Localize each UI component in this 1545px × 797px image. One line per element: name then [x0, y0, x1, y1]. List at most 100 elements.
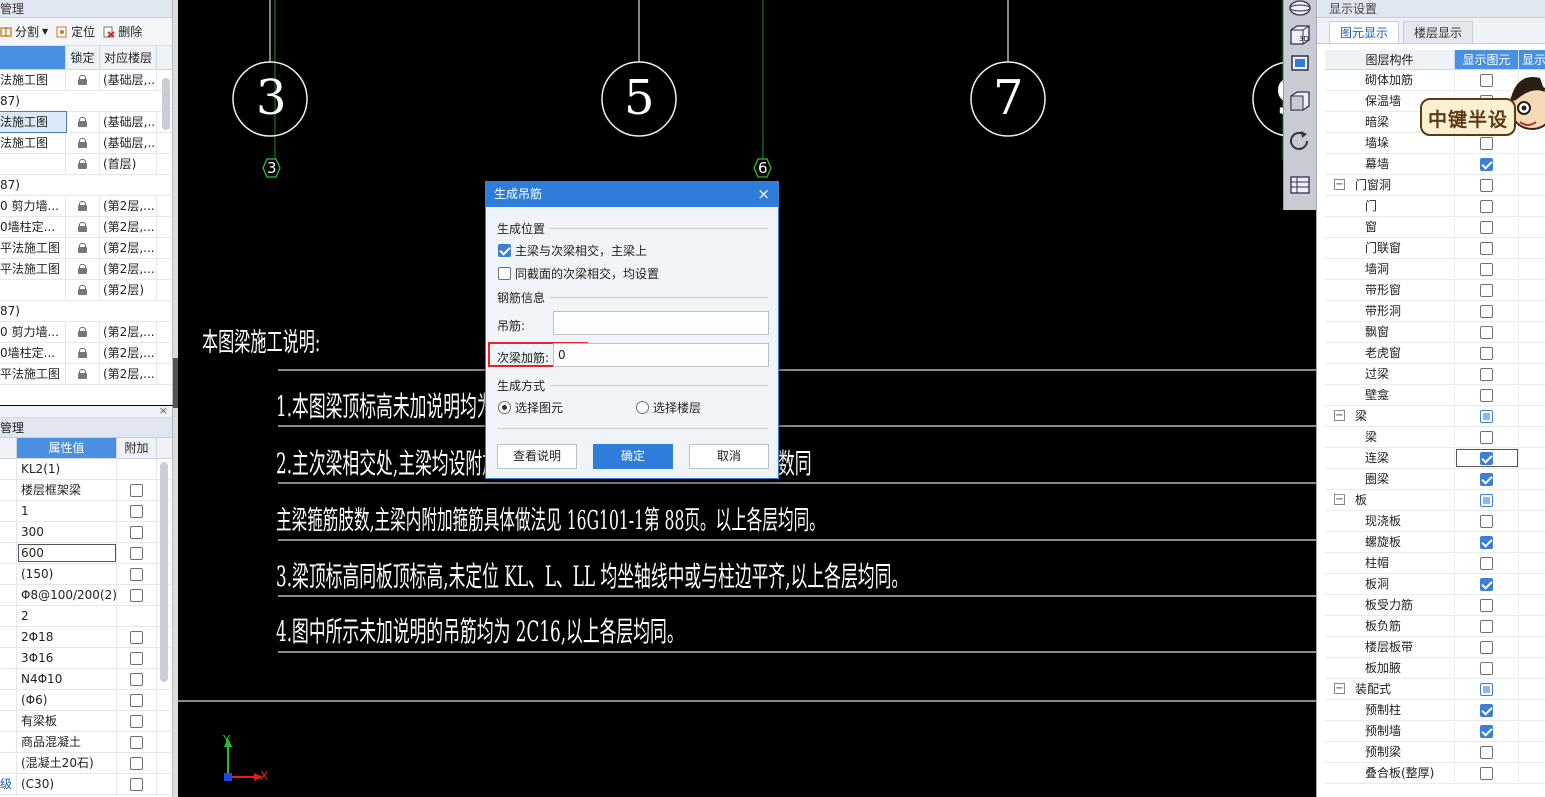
dialog-titlebar[interactable]: 生成吊筋 × [486, 182, 778, 207]
show-element-checkbox[interactable] [1480, 409, 1493, 423]
extra-checkbox[interactable] [130, 714, 143, 728]
lock-icon[interactable] [78, 348, 87, 358]
extra-checkbox[interactable] [130, 651, 143, 665]
checkbox-box[interactable] [498, 267, 511, 280]
layer-row[interactable]: 飘窗 [1325, 322, 1545, 343]
show-element-checkbox[interactable] [1480, 430, 1493, 444]
radio-button[interactable] [498, 401, 511, 414]
property-row[interactable]: 300 [0, 522, 172, 543]
tab-floor-display[interactable]: 楼层显示 [1403, 21, 1474, 43]
layer-row[interactable]: 现浇板 [1325, 511, 1545, 532]
property-table-scrollbar[interactable] [160, 462, 168, 682]
lock-icon[interactable] [78, 117, 87, 127]
split-dropdown-icon[interactable]: ▼ [42, 27, 48, 36]
drawing-row[interactable]: (首层) [0, 154, 172, 175]
layer-row[interactable]: 梁 [1325, 427, 1545, 448]
layer-row[interactable]: 螺旋板 [1325, 532, 1545, 553]
drawing-group-row[interactable]: 87) [0, 301, 172, 322]
property-row[interactable]: N4Φ10 [0, 669, 172, 690]
show-element-checkbox[interactable] [1480, 262, 1493, 276]
view-3d-button[interactable]: 3D [1288, 24, 1312, 46]
extra-checkbox[interactable] [130, 546, 143, 560]
layer-row[interactable]: 连梁 [1325, 448, 1545, 469]
show-element-checkbox[interactable] [1480, 199, 1493, 213]
lock-icon[interactable] [78, 285, 87, 295]
lock-icon[interactable] [78, 222, 87, 232]
extra-checkbox[interactable] [130, 588, 143, 602]
drawing-table-scrollbar[interactable] [162, 78, 170, 130]
property-value-cell[interactable]: (Φ6) [17, 690, 117, 710]
top-view-icon[interactable] [1288, 52, 1312, 74]
lock-icon[interactable] [78, 243, 87, 253]
lock-cell[interactable] [66, 175, 100, 195]
show-element-checkbox[interactable] [1480, 619, 1493, 633]
lock-icon[interactable] [78, 75, 87, 85]
close-icon[interactable]: × [757, 182, 770, 207]
property-value-cell[interactable]: 3Φ16 [17, 648, 117, 668]
drawing-row[interactable]: 平法施工图 (第2层,... [0, 238, 172, 259]
lock-icon[interactable] [78, 369, 87, 379]
layer-row[interactable]: 板受力筋 [1325, 595, 1545, 616]
select-element-radio[interactable]: 选择图元 [498, 399, 563, 416]
checkbox-box[interactable] [498, 244, 511, 257]
split-button[interactable]: 分割 ▼ [0, 23, 48, 40]
delete-button[interactable]: 删除 [103, 23, 142, 40]
layer-row[interactable]: 预制梁 [1325, 742, 1545, 763]
property-row[interactable]: 3Φ16 [0, 648, 172, 669]
property-row[interactable]: (150) [0, 564, 172, 585]
property-value-cell[interactable]: 2Φ18 [17, 627, 117, 647]
property-row[interactable]: 商品混凝土 [0, 732, 172, 753]
property-value-column-header[interactable]: 属性值 [17, 438, 117, 458]
layer-row[interactable]: 窗 [1325, 217, 1545, 238]
lock-cell[interactable] [66, 343, 100, 363]
extra-checkbox[interactable] [130, 672, 143, 686]
drawing-row[interactable]: 0墙柱定... (第2层,... [0, 217, 172, 238]
extra-checkbox[interactable] [130, 504, 143, 518]
drawing-group-row[interactable]: 87) [0, 91, 172, 112]
layer-row[interactable]: 壁龛 [1325, 385, 1545, 406]
lock-icon[interactable] [78, 201, 87, 211]
show-element-checkbox[interactable] [1480, 535, 1493, 549]
lock-cell[interactable] [66, 238, 100, 258]
drawing-row[interactable]: 法施工图 (基础层,... [0, 70, 172, 91]
show-element-checkbox[interactable] [1480, 514, 1493, 528]
extra-checkbox[interactable] [130, 630, 143, 644]
property-value-cell[interactable]: (150) [17, 564, 117, 584]
show-element-checkbox[interactable] [1480, 661, 1493, 675]
layer-group-row[interactable]: − 梁 [1325, 406, 1545, 427]
property-value-cell[interactable]: (混凝土20石) [17, 753, 117, 773]
show-element-checkbox[interactable] [1480, 178, 1493, 192]
drawing-row[interactable]: 0 剪力墙... (第2层,... [0, 196, 172, 217]
property-value-cell[interactable]: (C30) [17, 774, 117, 794]
show-element-checkbox[interactable] [1480, 766, 1493, 780]
show-element-checkbox[interactable] [1480, 472, 1493, 486]
lock-cell[interactable] [66, 259, 100, 279]
ok-button[interactable]: 确定 [593, 444, 673, 469]
hanger-input[interactable] [553, 311, 769, 335]
lock-cell[interactable] [66, 112, 100, 132]
layer-row[interactable]: 预制墙 [1325, 721, 1545, 742]
lock-icon[interactable] [78, 327, 87, 337]
orbit-icon[interactable] [1288, 0, 1312, 22]
lock-icon[interactable] [78, 264, 87, 274]
drawing-row[interactable]: 平法施工图 (第2层,... [0, 364, 172, 385]
lock-cell[interactable] [66, 91, 100, 111]
secondary-extra-input[interactable]: 0 [553, 343, 769, 367]
lock-cell[interactable] [66, 133, 100, 153]
property-row[interactable]: KL2(1) [0, 459, 172, 480]
drawing-row[interactable]: 法施工图 (基础层,... [0, 111, 172, 133]
lock-cell[interactable] [66, 70, 100, 90]
extra-checkbox[interactable] [130, 567, 143, 581]
same-section-checkbox[interactable]: 同截面的次梁相交，均设置 [498, 265, 659, 282]
layer-row[interactable]: 板洞 [1325, 574, 1545, 595]
select-floor-radio[interactable]: 选择楼层 [636, 399, 701, 416]
layer-group-row[interactable]: − 板 [1325, 490, 1545, 511]
radio-button[interactable] [636, 401, 649, 414]
layer-row[interactable]: 叠合板(整厚) [1325, 763, 1545, 784]
main-secondary-checkbox[interactable]: 主梁与次梁相交，主梁上 [498, 242, 647, 259]
layer-row[interactable]: 过梁 [1325, 364, 1545, 385]
show-element-checkbox[interactable] [1480, 745, 1493, 759]
layer-row[interactable]: 楼层板带 [1325, 637, 1545, 658]
layer-group-row[interactable]: − 门窗洞 [1325, 175, 1545, 196]
show-element-checkbox[interactable] [1480, 346, 1493, 360]
